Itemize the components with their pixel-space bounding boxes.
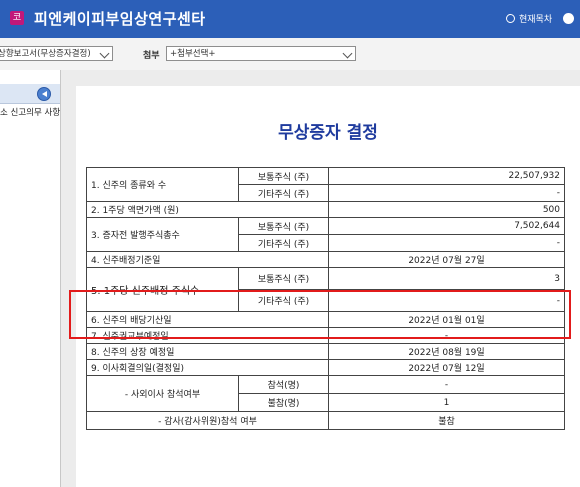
sidebar: 소 신고의무 사항 [0, 70, 61, 487]
cell-value: 500 [328, 201, 565, 218]
sidebar-tree-item[interactable]: 소 신고의무 사항 [0, 106, 60, 118]
collapse-sidebar-icon[interactable] [37, 87, 51, 101]
cell-value: - [328, 184, 565, 202]
document-viewer: 무상증자 결정 1. 신주의 종류와 수 보통주식 (주) 22,507,932… [61, 70, 580, 487]
cell-value: 2022년 08월 19일 [328, 343, 565, 360]
row-label: 8. 신주의 상장 예정일 [86, 343, 329, 360]
company-name: 피엔케이피부임상연구센타 [34, 10, 206, 28]
attach-select-value: +첨부선택+ [170, 49, 216, 59]
report-select[interactable]: 상향보고서(무상증자결정) [0, 46, 113, 61]
cell-absent: 불참(명) [238, 393, 329, 412]
table-row: 2. 1주당 액면가액 (원) 500 [86, 201, 565, 218]
document-page: 무상증자 결정 1. 신주의 종류와 수 보통주식 (주) 22,507,932… [76, 86, 580, 487]
cell-other-stock: 기타주식 (주) [238, 234, 329, 252]
chevron-down-icon [342, 48, 353, 59]
app-header: 코 피엔케이피부임상연구센타 현재목차 [0, 0, 580, 38]
cell-common-stock: 보통주식 (주) [238, 167, 329, 185]
sidebar-header [0, 84, 60, 104]
row-label: 9. 이사회결의일(결정일) [86, 359, 329, 376]
cell-common-stock: 보통주식 (주) [238, 267, 329, 290]
cell-value: - [328, 234, 565, 252]
cell-value: 1 [328, 393, 565, 412]
highlight-box [69, 290, 571, 339]
current-toc-label[interactable]: 현재목차 [519, 12, 552, 25]
row-label: 1. 신주의 종류와 수 [86, 167, 239, 202]
cell-attend: 참석(명) [238, 375, 329, 394]
company-logo-icon: 코 [10, 11, 24, 25]
row-label: - 사외이사 참석여부 [86, 375, 239, 412]
cell-value: 2022년 07월 12일 [328, 359, 565, 376]
attach-select[interactable]: +첨부선택+ [166, 46, 356, 61]
chevron-down-icon [99, 48, 110, 59]
row-label: - 감사(감사위원)참석 여부 [86, 411, 329, 430]
report-select-value: 상향보고서(무상증자결정) [0, 49, 91, 59]
attach-label: 첨부 [143, 51, 160, 61]
table-row: 4. 신주배정기준일 2022년 07월 27일 [86, 251, 565, 268]
document-title: 무상증자 결정 [278, 123, 378, 143]
table-row: 8. 신주의 상장 예정일 2022년 08월 19일 [86, 343, 565, 360]
row-label: 2. 1주당 액면가액 (원) [86, 201, 329, 218]
cell-value: 3 [328, 267, 565, 290]
cell-common-stock: 보통주식 (주) [238, 217, 329, 235]
table-row: 9. 이사회결의일(결정일) 2022년 07월 12일 [86, 359, 565, 376]
row-label: 3. 증자전 발행주식총수 [86, 217, 239, 252]
current-toc-radio[interactable] [506, 14, 515, 23]
cell-other-stock: 기타주식 (주) [238, 184, 329, 202]
table-row: - 감사(감사위원)참석 여부 불참 [86, 411, 565, 430]
cell-value: 7,502,644 [328, 217, 565, 235]
selected-radio-icon[interactable] [563, 13, 574, 24]
table-row: 1. 신주의 종류와 수 보통주식 (주) 22,507,932 [86, 167, 565, 202]
cell-value: 불참 [328, 411, 565, 430]
toolbar: 상향보고서(무상증자결정) 첨부 +첨부선택+ [0, 38, 580, 71]
table-row: - 사외이사 참석여부 참석(명) - [86, 375, 565, 412]
cell-value: 22,507,932 [328, 167, 565, 185]
table-row: 3. 증자전 발행주식총수 보통주식 (주) 7,502,644 [86, 217, 565, 252]
cell-value: - [328, 375, 565, 394]
cell-value: 2022년 07월 27일 [328, 251, 565, 268]
row-label: 4. 신주배정기준일 [86, 251, 329, 268]
table-row: 5. 1주당 신주배정 주식수 보통주식 (주) 3 [86, 267, 565, 312]
